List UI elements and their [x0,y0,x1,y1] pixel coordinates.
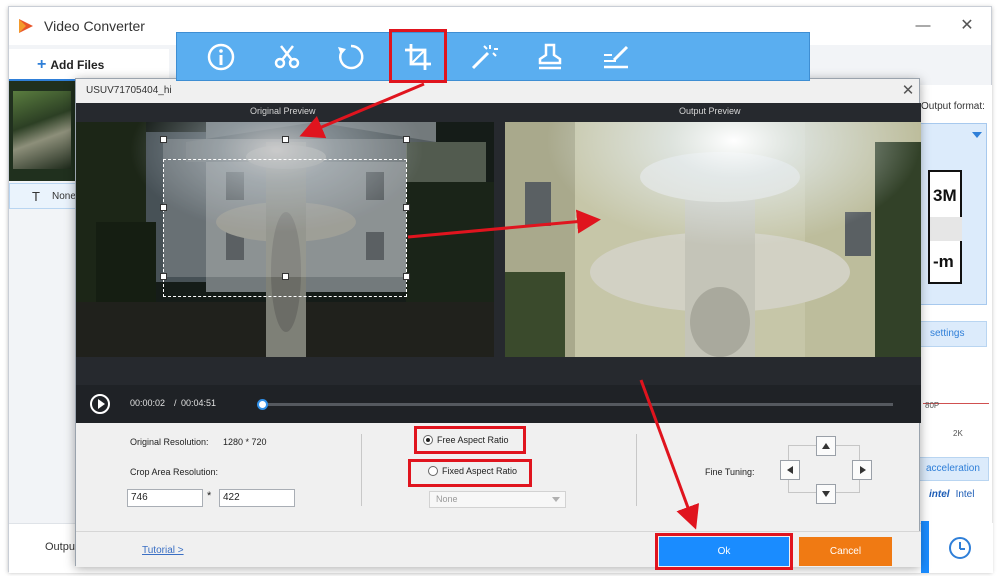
edit-subtitle-icon[interactable] [600,41,632,73]
hardware-acceleration-button[interactable]: acceleration [919,457,989,481]
rotate-icon[interactable] [335,41,367,73]
crop-handle-middle-right[interactable] [403,204,410,211]
ok-button[interactable]: Ok [659,537,789,566]
alarm-clock-icon[interactable] [949,537,971,559]
arrow-up-icon [822,443,830,449]
video-thumbnail[interactable] [9,81,77,181]
format-card-top-text: 3M [933,186,957,205]
output-frame-image [505,122,921,357]
schedule-area [929,523,993,573]
settings-button[interactable]: settings [919,321,987,347]
crop-area-resolution-label: Crop Area Resolution: [130,467,219,477]
add-files-tab[interactable]: + Add Files [9,49,169,81]
run-button-edge[interactable] [921,521,929,573]
free-aspect-highlight [414,426,526,454]
intel-option[interactable]: intel Intel [929,489,974,500]
crop-handle-bottom-left[interactable] [160,273,167,280]
preview-area: Original Preview Output Preview 00:00:02… [76,103,921,423]
nudge-up-button[interactable] [816,436,836,456]
close-window-button[interactable]: ✕ [955,15,979,37]
crop-handle-top-left[interactable] [160,136,167,143]
aspect-ratio-select[interactable]: None [429,491,566,508]
crop-height-input[interactable]: 422 [219,489,295,507]
intel-logo-icon: intel [929,489,950,500]
subtitle-dropdown[interactable]: T None [9,183,77,209]
crop-tool-highlight [389,29,447,83]
section-divider [636,434,637,506]
app-title: Video Converter [44,18,145,34]
cancel-button[interactable]: Cancel [799,537,892,566]
arrow-left-icon [787,466,793,474]
intel-label: Intel [955,489,975,500]
subtitle-value: None [52,191,76,202]
fixed-aspect-highlight [408,459,532,487]
tutorial-link[interactable]: Tutorial > [142,545,184,556]
aspect-ratio-select-value: None [436,494,458,504]
crop-dialog: USUV71705404_hi ✕ Original Preview Outpu… [75,78,921,570]
arrow-right-icon [860,466,866,474]
thumbnail-image [13,91,71,169]
nudge-down-button[interactable] [816,484,836,504]
seek-bar[interactable] [257,399,893,410]
arrow-down-icon [822,491,830,497]
edit-toolbar [176,29,810,83]
crop-handle-middle-left[interactable] [160,204,167,211]
plus-icon: + [37,56,47,73]
minimize-button[interactable]: — [911,15,935,37]
fine-tuning-label: Fine Tuning: [705,467,755,477]
add-files-label: Add Files [50,58,105,72]
add-files-button[interactable]: + Add Files [37,56,104,74]
format-selector[interactable]: 3M -m [919,123,987,305]
crop-handle-bottom-right[interactable] [403,273,410,280]
total-time: 00:04:51 [181,398,217,408]
current-time: 00:00:02 [130,398,166,408]
magic-wand-icon[interactable] [468,41,500,73]
multiply-sign: * [207,490,212,502]
dialog-close-icon[interactable]: ✕ [899,81,917,99]
play-icon[interactable] [90,394,110,414]
crop-handle-top-right[interactable] [403,136,410,143]
nudge-right-button[interactable] [852,460,872,480]
time-separator: / [174,398,177,408]
chevron-down-icon [552,497,560,502]
original-preview-video[interactable] [76,122,494,357]
original-resolution-label: Original Resolution: [130,437,209,447]
seek-handle[interactable] [257,399,269,410]
stamp-icon[interactable] [534,41,566,73]
format-card-middle [930,217,962,241]
player-controls: 00:00:02 / 00:04:51 [76,385,921,423]
dialog-title: USUV71705404_hi [86,85,172,96]
output-format-panel: Output format: 3M -m settings 80P 2K acc… [917,85,992,565]
resolution-high-label: 2K [953,429,963,438]
crop-handle-bottom-middle[interactable] [282,273,289,280]
resolution-low-label: 80P [925,401,940,410]
crop-handle-top-middle[interactable] [282,136,289,143]
original-resolution-value: 1280 * 720 [223,437,267,447]
original-preview-label: Original Preview [250,106,316,116]
nudge-left-button[interactable] [780,460,800,480]
output-preview-label: Output Preview [679,106,741,116]
crop-width-input[interactable]: 746 [127,489,203,507]
dialog-footer: Tutorial > Ok Cancel [76,531,921,570]
format-card: 3M -m [928,170,962,284]
format-card-bottom-text: -m [933,252,954,271]
output-folder-label: Output [45,541,79,553]
section-divider [361,434,362,506]
chevron-down-icon [972,132,982,138]
info-icon[interactable] [205,41,237,73]
output-preview-video [505,122,921,357]
output-format-label: Output format: [921,101,985,112]
app-logo-icon [19,19,33,33]
scissors-icon[interactable] [271,41,303,73]
text-icon: T [32,189,40,204]
